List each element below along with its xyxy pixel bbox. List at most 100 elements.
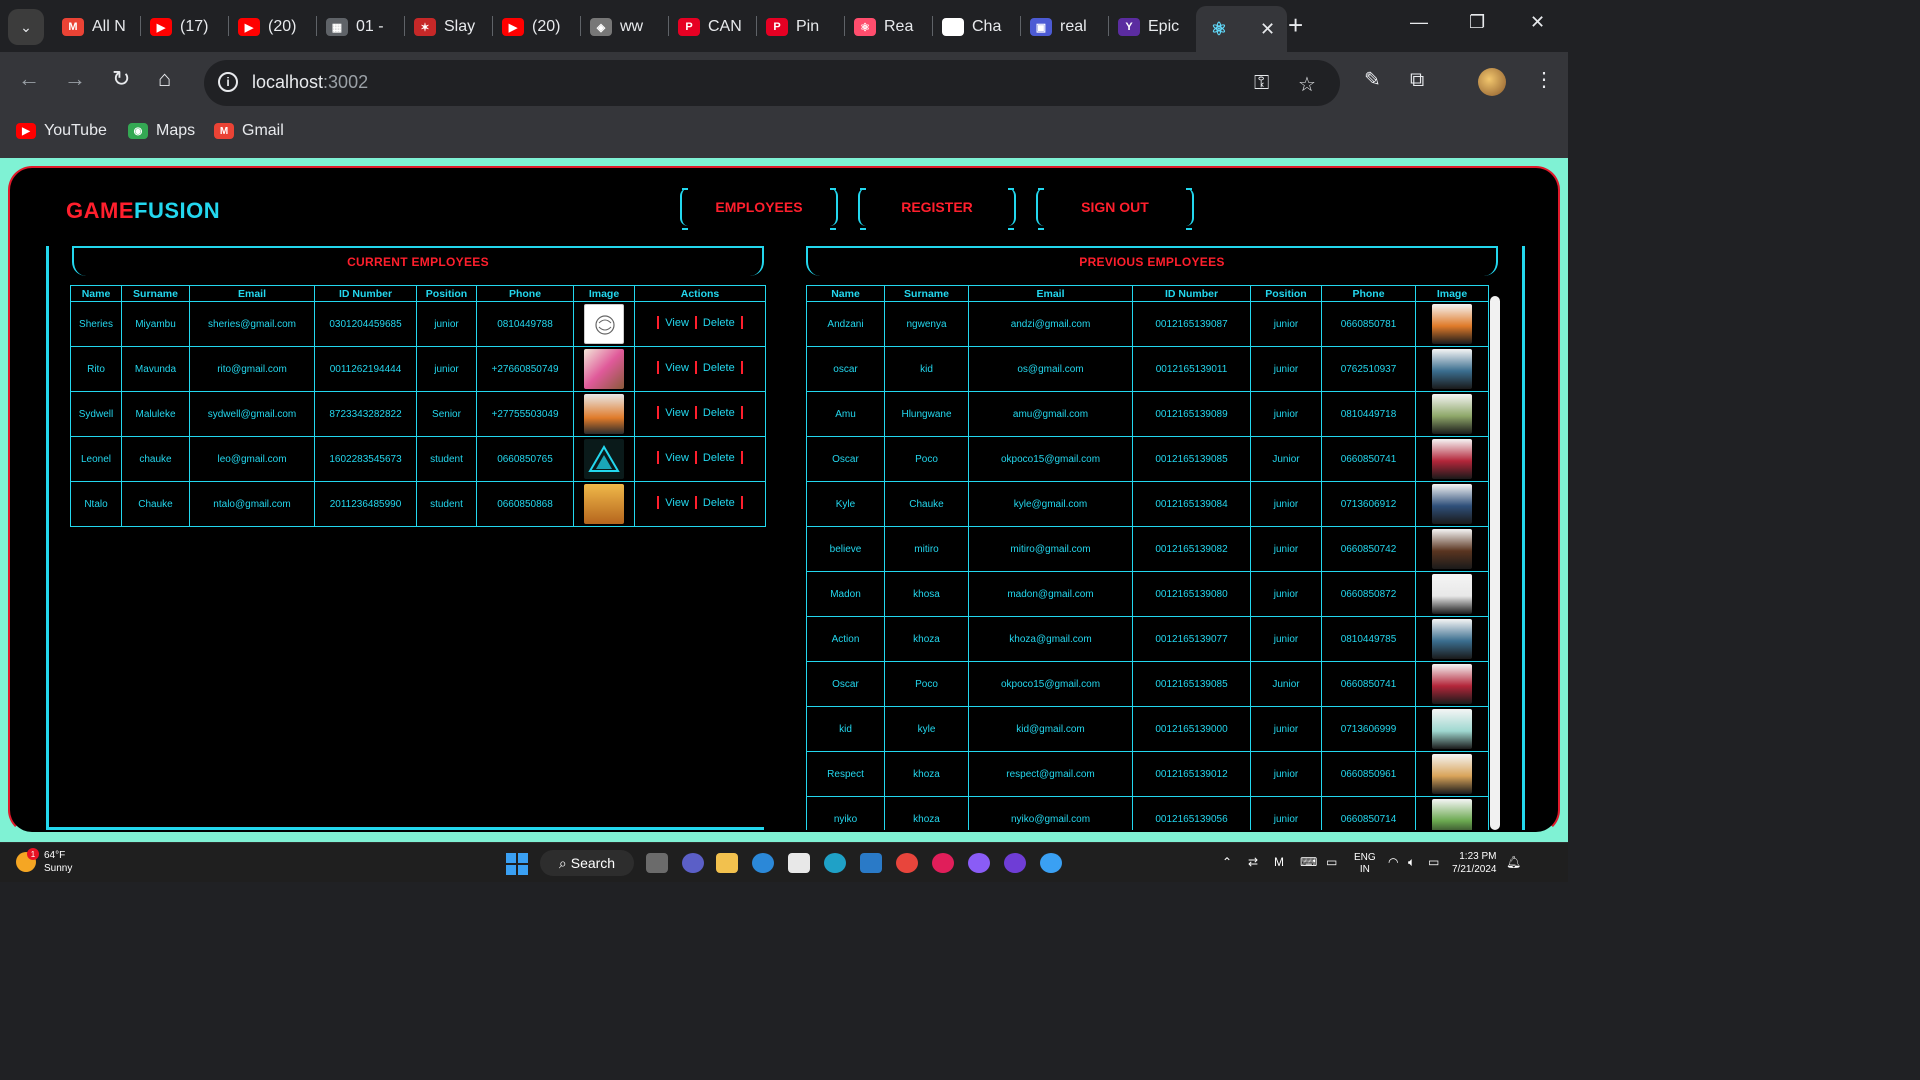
browser-tab[interactable]: P CAN (678, 8, 750, 46)
chat-app-icon[interactable] (752, 853, 774, 873)
tab-label: Slay (444, 18, 476, 35)
forward-icon[interactable]: → (64, 68, 86, 90)
mail-icon[interactable] (788, 853, 810, 873)
profile-avatar[interactable] (1478, 68, 1506, 96)
wifi-icon[interactable]: ◠ (1388, 855, 1398, 869)
key-icon[interactable]: ⚿ (1254, 72, 1269, 95)
view-button[interactable]: View (665, 497, 689, 509)
tray-chevron-icon[interactable]: ⌃ (1222, 855, 1232, 869)
github-icon[interactable] (968, 853, 990, 873)
edge-icon[interactable] (824, 853, 846, 873)
browser-tab[interactable]: ▶ (17) (150, 8, 222, 46)
restore-icon[interactable]: ❐ (1469, 12, 1485, 33)
cell-email: rito@gmail.com (189, 346, 315, 392)
language-indicator[interactable]: ENG IN (1354, 852, 1376, 876)
cell-image (1415, 481, 1489, 527)
cell-image (573, 436, 635, 482)
delete-button[interactable]: Delete (703, 497, 735, 509)
cell-name: Oscar (806, 436, 885, 482)
delete-button[interactable]: Delete (703, 317, 735, 329)
battery-icon[interactable]: ▭ (1428, 855, 1439, 869)
cell-id: 2011236485990 (314, 481, 417, 527)
table-row: Sydwell Maluleke sydwell@gmail.com 87233432… (70, 391, 766, 437)
browser-tab[interactable]: ▶ (20) (238, 8, 310, 46)
browser-tab[interactable]: ◎ Cha (942, 8, 1014, 46)
bookmark-youtube[interactable]: ▶ YouTube (16, 122, 107, 140)
delete-button[interactable]: Delete (703, 452, 735, 464)
browser-tab[interactable]: ⚛ Rea (854, 8, 926, 46)
view-button[interactable]: View (665, 407, 689, 419)
tab-active[interactable]: ⚛ ✕ (1196, 6, 1288, 52)
browser-tab[interactable]: ▶ (20) (502, 8, 574, 46)
keyboard-icon[interactable]: ⌨ (1300, 855, 1317, 869)
delete-button[interactable]: Delete (703, 407, 735, 419)
bookmark-gmail[interactable]: M Gmail (214, 122, 284, 140)
slack-icon[interactable] (932, 853, 954, 873)
cell-email: mitiro@gmail.com (968, 526, 1133, 572)
column-header: Email (189, 285, 315, 302)
globe-app-icon[interactable] (1040, 853, 1062, 873)
tab-favicon-icon: P (766, 18, 788, 36)
address-bar[interactable]: i localhost:3002 ⚿ ☆ (204, 60, 1340, 106)
view-button[interactable]: View (665, 317, 689, 329)
reload-icon[interactable]: ↻ (112, 68, 130, 90)
browser-tab[interactable]: ◈ ww (590, 8, 662, 46)
tab-close-icon[interactable]: ✕ (1260, 19, 1275, 40)
minimize-icon[interactable]: — (1410, 12, 1428, 33)
home-icon[interactable]: ⌂ (158, 68, 171, 90)
view-button[interactable]: View (665, 452, 689, 464)
divider (657, 361, 660, 374)
view-button[interactable]: View (665, 362, 689, 374)
cell-email: nyiko@gmail.com (968, 796, 1133, 830)
menu-icon[interactable]: ⋮ (1534, 69, 1554, 91)
chrome-icon[interactable] (896, 853, 918, 873)
display-icon[interactable]: ▭ (1326, 855, 1337, 869)
browser-tab[interactable]: M All N (62, 8, 134, 46)
task-view-icon[interactable] (646, 853, 668, 873)
extensions-icon[interactable]: ⧉ (1410, 69, 1424, 91)
bookmark-favicon-icon: M (214, 123, 234, 139)
teams-icon[interactable] (682, 853, 704, 873)
close-window-icon[interactable]: ✕ (1530, 12, 1545, 33)
browser-tab[interactable]: ▦ 01 - (326, 8, 398, 46)
nav-register-button[interactable]: REGISTER (858, 188, 1016, 230)
employee-image (584, 394, 624, 434)
pen-icon[interactable]: ✎ (1364, 69, 1381, 91)
browser-tab[interactable]: Y Epic (1118, 8, 1190, 46)
new-tab-button[interactable]: + (1288, 12, 1303, 38)
taskbar-search[interactable]: ⌕ Search (540, 850, 634, 876)
previous-table-scroll[interactable]: Name Surname Email ID Number Position Phone Im… (806, 285, 1500, 830)
back-icon[interactable]: ← (18, 68, 40, 90)
logo[interactable]: GAMEFUSION (66, 198, 220, 224)
scrollbar-thumb[interactable] (1490, 296, 1500, 830)
file-explorer-icon[interactable] (716, 853, 738, 873)
clock[interactable]: 1:23 PM 7/21/2024 (1452, 850, 1497, 876)
volume-icon[interactable]: 🔈︎ (1408, 855, 1415, 870)
cell-phone: 0762510937 (1321, 346, 1416, 392)
site-info-icon[interactable]: i (218, 72, 238, 92)
windows-start-icon[interactable] (506, 853, 528, 875)
tray-app-icon[interactable]: ⇄ (1248, 855, 1258, 869)
employee-image (584, 484, 624, 524)
cell-surname: kid (884, 346, 969, 392)
tab-search-button[interactable]: ⌄ (8, 9, 44, 45)
browser-toolbar: ← → ↻ ⌂ i localhost:3002 ⚿ ☆ ✎ ⧉ ⋮ (0, 52, 1568, 110)
vscode-icon[interactable] (860, 853, 882, 873)
url-text[interactable]: localhost:3002 (252, 72, 368, 93)
browser-tab[interactable]: ▣ real (1030, 8, 1102, 46)
weather-widget[interactable]: 1 64°F Sunny (16, 848, 72, 875)
divider (657, 451, 660, 464)
browser-tab[interactable]: P Pin (766, 8, 838, 46)
nav-signout-button[interactable]: SIGN OUT (1036, 188, 1194, 230)
delete-button[interactable]: Delete (703, 362, 735, 374)
media-player-icon[interactable] (1004, 853, 1026, 873)
cell-name: Andzani (806, 301, 885, 347)
bookmark-maps[interactable]: ◉ Maps (128, 122, 195, 140)
tray-mail-icon[interactable]: M (1274, 855, 1284, 869)
tab-label: Cha (972, 18, 1002, 35)
browser-tab[interactable]: ✶ Slay (414, 8, 486, 46)
star-icon[interactable]: ☆ (1298, 72, 1316, 97)
notification-icon[interactable]: 🔔︎ (1506, 855, 1521, 869)
column-header: Name (806, 285, 885, 302)
nav-employees-button[interactable]: EMPLOYEES (680, 188, 838, 230)
